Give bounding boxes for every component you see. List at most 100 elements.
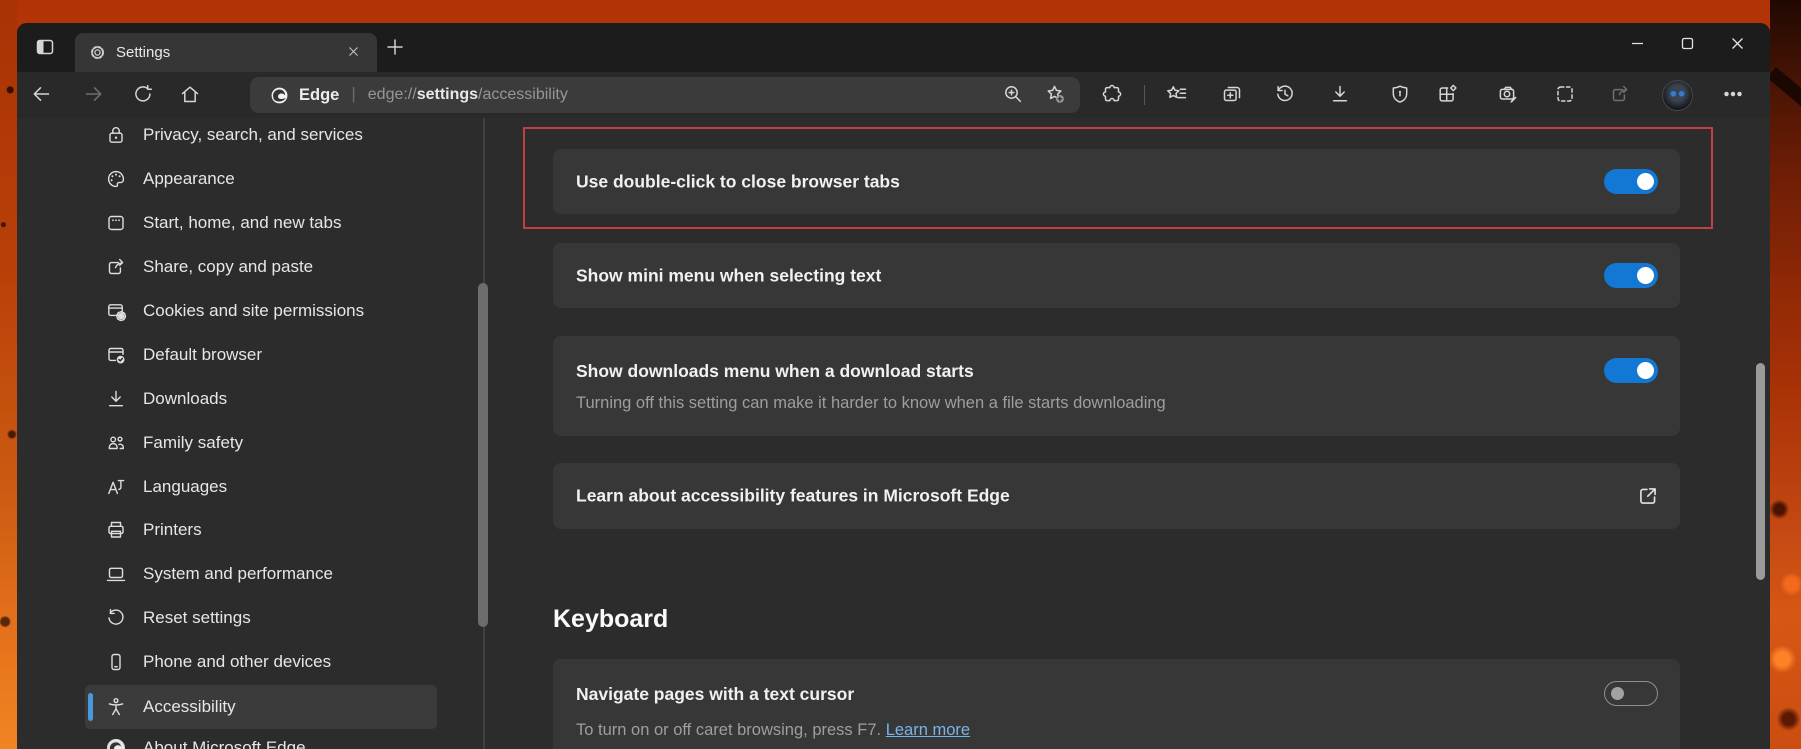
url-divider: | <box>351 84 355 104</box>
gear-icon <box>88 43 107 62</box>
browser-essentials-button[interactable] <box>1385 80 1415 110</box>
url-scheme: edge:// <box>368 86 417 103</box>
sidebar-item-phone-and-other-devices[interactable]: Phone and other devices <box>85 640 437 684</box>
sidebar-item-system-and-performance[interactable]: System and performance <box>85 552 437 596</box>
sidebar-item-printers[interactable]: Printers <box>85 508 437 552</box>
palette-icon <box>105 168 127 190</box>
new-tab-button[interactable] <box>383 36 407 60</box>
sidebar-item-about-microsoft-edge[interactable]: About Microsoft Edge <box>85 726 437 749</box>
minimize-button[interactable] <box>1612 23 1662 63</box>
settings-card-use-double-click-to-close-browser-tabs: Use double-click to close browser tabs <box>553 149 1680 214</box>
settings-card-show-downloads-menu-when-a-download-starts: Show downloads menu when a download star… <box>553 336 1680 436</box>
sidebar-item-label: Reset settings <box>143 608 251 628</box>
sidebar-item-label: Privacy, search, and services <box>143 125 363 145</box>
tab-close-button[interactable] <box>341 41 365 65</box>
toggle-show-mini-menu-when-selecting-text[interactable] <box>1604 263 1658 288</box>
sidebar-item-cookies-and-site-permissions[interactable]: Cookies and site permissions <box>85 289 437 333</box>
sidebar-item-family-safety[interactable]: Family safety <box>85 421 437 465</box>
zoom-button[interactable] <box>1000 82 1026 108</box>
browser-essentials-icon <box>1389 83 1411 108</box>
share-icon <box>105 256 127 278</box>
toggle-knob <box>1637 173 1654 190</box>
tab-actions-icon <box>34 36 56 61</box>
favorites-button[interactable] <box>1162 80 1192 110</box>
printer-icon <box>105 519 127 541</box>
sidebar-item-default-browser[interactable]: Default browser <box>85 333 437 377</box>
sidebar-item-appearance[interactable]: Appearance <box>85 157 437 201</box>
sidebar-item-downloads[interactable]: Downloads <box>85 377 437 421</box>
share-button <box>1605 80 1635 110</box>
extensions-icon <box>1101 83 1123 108</box>
collections-icon <box>1221 83 1243 108</box>
settings-card-learn-about-accessibility-features-in-microsoft-edge[interactable]: Learn about accessibility features in Mi… <box>553 463 1680 529</box>
phone-icon <box>105 651 127 673</box>
close-window-icon <box>1730 36 1745 51</box>
tab-settings[interactable]: Settings <box>75 33 377 72</box>
downloads-button[interactable] <box>1325 80 1355 110</box>
back-icon <box>30 83 52 108</box>
web-select-button[interactable] <box>1550 80 1580 110</box>
sidebar-item-start-home-and-new-tabs[interactable]: Start, home, and new tabs <box>85 201 437 245</box>
url-path: /accessibility <box>478 86 568 103</box>
toggle-use-double-click-to-close-browser-tabs[interactable] <box>1604 169 1658 194</box>
settings-page: Privacy, search, and services Appearance S… <box>17 118 1770 749</box>
star-add-icon <box>1044 83 1066 108</box>
default-browser-icon <box>105 344 127 366</box>
close-window-button[interactable] <box>1712 23 1762 63</box>
minimize-icon <box>1630 36 1645 51</box>
accessibility-person-icon <box>105 696 127 718</box>
sidebar-item-privacy-search-and-services[interactable]: Privacy, search, and services <box>85 118 437 157</box>
more-icon <box>1722 83 1744 108</box>
downloads-icon <box>1329 83 1351 108</box>
home-button[interactable] <box>175 80 205 110</box>
refresh-button[interactable] <box>128 80 158 110</box>
window-controls <box>1612 23 1762 63</box>
laptop-icon <box>105 563 127 585</box>
reset-icon <box>105 607 127 629</box>
sidebar-item-label: Printers <box>143 520 202 540</box>
sidebar-item-label: Accessibility <box>143 697 236 717</box>
extensions-button[interactable] <box>1097 80 1127 110</box>
desktop-wallpaper-right <box>1770 0 1801 749</box>
screen: Settings <box>0 0 1801 749</box>
card-subtitle: To turn on or off caret browsing, press … <box>576 721 970 740</box>
maximize-icon <box>1680 36 1695 51</box>
maximize-button[interactable] <box>1662 23 1712 63</box>
sidebar-item-label: Appearance <box>143 169 235 189</box>
url-text[interactable]: edge://settings/accessibility <box>368 86 568 104</box>
history-button[interactable] <box>1270 80 1300 110</box>
toggle-show-downloads-menu-when-a-download-starts[interactable] <box>1604 358 1658 383</box>
forward-button <box>79 80 109 110</box>
address-bar[interactable]: Edge | edge://settings/accessibility <box>250 77 1080 113</box>
toolbar-divider <box>1144 85 1145 105</box>
sidebar-item-share-copy-and-paste[interactable]: Share, copy and paste <box>85 245 437 289</box>
add-favorite-button[interactable] <box>1042 82 1068 108</box>
sidebar-item-reset-settings[interactable]: Reset settings <box>85 596 437 640</box>
download-icon <box>105 388 127 410</box>
url-host: settings <box>417 86 478 103</box>
sidebar-scrollbar[interactable] <box>478 283 488 627</box>
card-title: Use double-click to close browser tabs <box>576 171 900 192</box>
navigation-toolbar: Edge | edge://settings/accessibility <box>17 72 1770 118</box>
refresh-icon <box>132 83 154 108</box>
site-info-chip[interactable]: Edge <box>250 85 339 106</box>
external-link-icon <box>1636 484 1660 508</box>
sidebar-item-label: Cookies and site permissions <box>143 301 364 321</box>
collections-button[interactable] <box>1217 80 1247 110</box>
page-scrollbar[interactable] <box>1756 363 1765 580</box>
settings-card-show-mini-menu-when-selecting-text: Show mini menu when selecting text <box>553 243 1680 308</box>
tab-bar: Settings <box>17 23 1770 72</box>
zoom-in-icon <box>1002 83 1024 108</box>
toggle-navigate-pages-with-a-text-cursor[interactable] <box>1604 681 1658 706</box>
more-button[interactable] <box>1718 80 1748 110</box>
tab-actions-button[interactable] <box>33 36 57 60</box>
back-button[interactable] <box>26 80 56 110</box>
apps-button[interactable] <box>1432 80 1462 110</box>
browser-window: Settings <box>17 23 1770 749</box>
sidebar-item-accessibility[interactable]: Accessibility <box>85 685 437 729</box>
site-chip-label: Edge <box>299 86 339 105</box>
profile-avatar[interactable] <box>1662 80 1693 111</box>
sidebar-item-languages[interactable]: Languages <box>85 465 437 509</box>
learn-more-link[interactable]: Learn more <box>886 721 970 739</box>
web-capture-button[interactable] <box>1493 80 1523 110</box>
